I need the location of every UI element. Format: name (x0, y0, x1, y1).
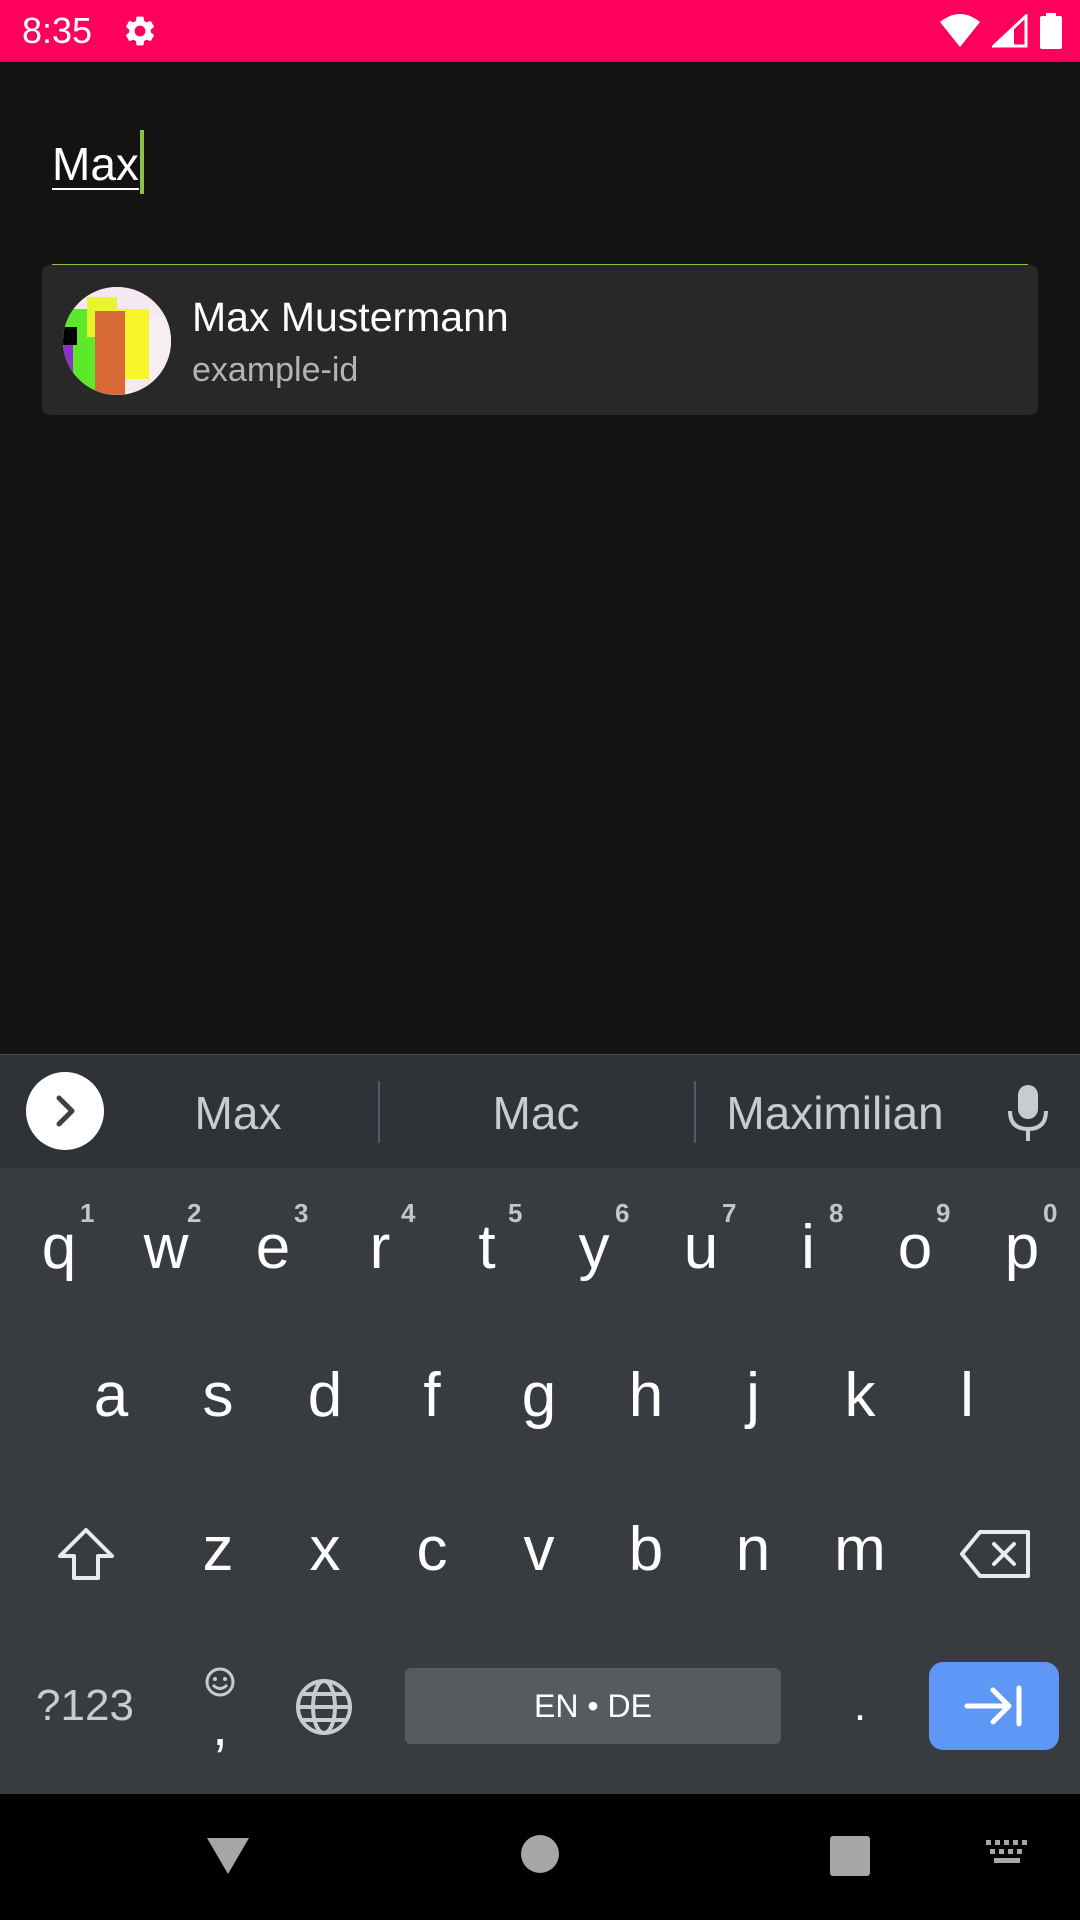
key-number-hint: 1 (80, 1198, 95, 1228)
status-bar: 8:35 (0, 0, 1080, 62)
key-j[interactable]: j (700, 1336, 806, 1456)
key-f[interactable]: f (379, 1336, 485, 1456)
key-label: r (369, 1213, 391, 1282)
key-p[interactable]: p0 (969, 1188, 1075, 1308)
key-number-hint: 7 (722, 1198, 737, 1228)
search-input-value[interactable]: Max (52, 134, 139, 194)
avatar (63, 287, 171, 395)
key-label: e (255, 1213, 291, 1282)
key-x[interactable]: x (272, 1490, 378, 1610)
key-label: p (1004, 1213, 1040, 1282)
keyboard-switch-icon[interactable] (986, 1840, 1030, 1868)
recents-icon[interactable] (830, 1836, 870, 1876)
status-icons (940, 12, 1062, 50)
globe-icon (296, 1679, 352, 1735)
language-key[interactable] (286, 1646, 364, 1766)
shift-icon (58, 1528, 114, 1580)
key-number-hint: 6 (615, 1198, 630, 1228)
symbols-key[interactable]: ?123 (18, 1646, 152, 1766)
key-z[interactable]: z (165, 1490, 271, 1610)
key-label: o (897, 1213, 933, 1282)
key-r[interactable]: r4 (327, 1188, 433, 1308)
key-n[interactable]: n (700, 1490, 806, 1610)
key-g[interactable]: g (486, 1336, 592, 1456)
text-cursor (140, 130, 144, 194)
key-number-hint: 9 (936, 1198, 951, 1228)
key-u[interactable]: u7 (648, 1188, 754, 1308)
key-number-hint: 8 (829, 1198, 844, 1228)
result-id: example-id (192, 351, 359, 389)
key-number-hint: 2 (187, 1198, 202, 1228)
key-h[interactable]: h (593, 1336, 699, 1456)
backspace-icon (960, 1530, 1030, 1578)
key-t[interactable]: t5 (434, 1188, 540, 1308)
home-icon[interactable] (520, 1834, 560, 1874)
key-label: t (478, 1213, 496, 1282)
keyboard-toolbar-expand-button[interactable] (26, 1072, 104, 1150)
key-o[interactable]: o9 (862, 1188, 968, 1308)
suggestion-divider (694, 1081, 696, 1143)
result-name: Max Mustermann (192, 294, 509, 340)
backspace-key[interactable] (948, 1490, 1058, 1610)
key-s[interactable]: s (165, 1336, 271, 1456)
key-l[interactable]: l (914, 1336, 1020, 1456)
space-key[interactable]: EN • DE (405, 1668, 781, 1744)
next-arrow-icon (964, 1685, 1022, 1727)
key-b[interactable]: b (593, 1490, 699, 1610)
key-label: y (578, 1213, 610, 1282)
comma-label: , (212, 1694, 228, 1757)
suggestion-1[interactable]: Max (150, 1083, 326, 1143)
key-d[interactable]: d (272, 1336, 378, 1456)
key-a[interactable]: a (58, 1336, 164, 1456)
key-number-hint: 4 (401, 1198, 416, 1228)
key-e[interactable]: e3 (220, 1188, 326, 1308)
key-w[interactable]: w2 (113, 1188, 219, 1308)
navigation-bar (0, 1794, 1080, 1920)
result-item[interactable]: Max Mustermann example-id (42, 265, 1038, 415)
key-k[interactable]: k (807, 1336, 913, 1456)
back-icon[interactable] (205, 1836, 251, 1876)
cellular-signal-icon (992, 14, 1028, 48)
key-number-hint: 0 (1043, 1198, 1058, 1228)
avatar-identicon-image (63, 287, 171, 395)
search-field[interactable]: Max (52, 130, 1028, 268)
suggestion-divider (378, 1081, 380, 1143)
period-key[interactable]: . (820, 1646, 900, 1766)
key-label: i (801, 1213, 815, 1282)
battery-icon (1040, 13, 1062, 49)
chevron-right-icon (56, 1095, 75, 1127)
key-m[interactable]: m (807, 1490, 913, 1610)
suggestion-3[interactable]: Maximilian (712, 1083, 958, 1143)
key-c[interactable]: c (379, 1490, 485, 1610)
app-content: Max Max Mustermann example-id (0, 62, 1080, 1054)
suggestion-2[interactable]: Mac (430, 1083, 642, 1143)
key-y[interactable]: y6 (541, 1188, 647, 1308)
shift-key[interactable] (34, 1490, 138, 1610)
status-time: 8:35 (22, 10, 93, 51)
key-q[interactable]: q1 (6, 1188, 112, 1308)
microphone-icon[interactable] (1006, 1085, 1050, 1141)
suggestion-strip: Max Mac Maximilian (0, 1054, 1080, 1168)
enter-key[interactable] (929, 1662, 1059, 1750)
wifi-icon (940, 14, 980, 47)
key-i[interactable]: i8 (755, 1188, 861, 1308)
settings-gear-icon (125, 16, 155, 46)
key-v[interactable]: v (486, 1490, 592, 1610)
key-label: u (683, 1213, 719, 1282)
soft-keyboard: Max Mac Maximilian q1w2e3r4t5y6u7i8o9p0 … (0, 1054, 1080, 1794)
key-number-hint: 5 (508, 1198, 523, 1228)
key-label: w (143, 1213, 189, 1282)
comma-key[interactable]: , (180, 1646, 260, 1766)
key-number-hint: 3 (294, 1198, 309, 1228)
key-label: q (41, 1213, 77, 1282)
